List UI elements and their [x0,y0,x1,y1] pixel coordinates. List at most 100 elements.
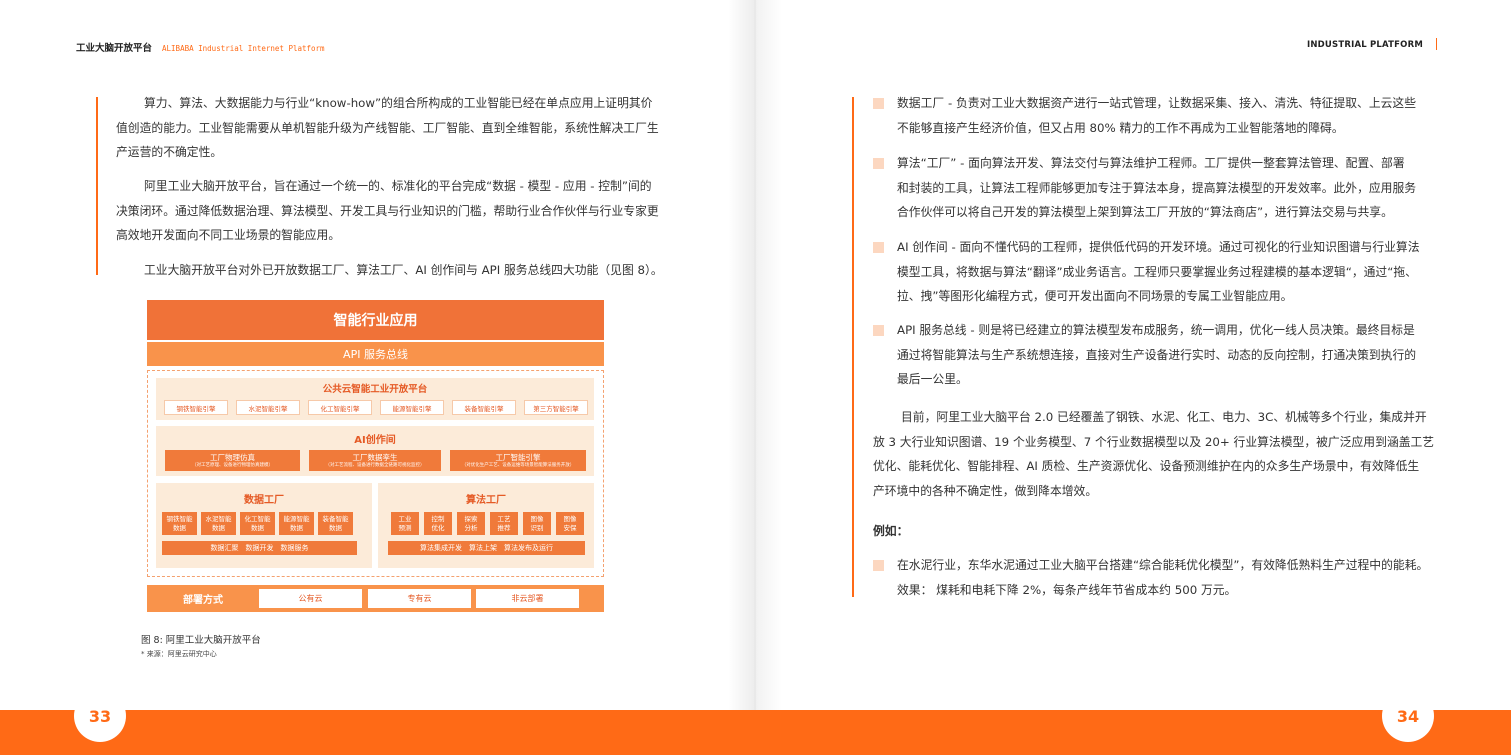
algo-item: 控制 优化 [424,512,452,535]
accent-line [96,97,98,275]
bullet-data-factory: 数据工厂 - 负责对工业大数据资产进行一站式管理，让数据采集、接入、清洗、特征提… [873,91,1439,140]
bullet-marker [873,560,884,571]
line: 不能够直接产生经济价值，但又占用 80% 精力的工作不再成为工业智能落地的障碍。 [897,120,1344,135]
algo-factory-footer: 算法集成开发 算法上架 算法发布及运行 [388,541,585,555]
algo-item-line: 工艺 [497,514,511,523]
algo-item-line: 分析 [464,523,478,532]
deployment-option: 非云部署 [476,589,579,608]
line: 放 3 大行业知识图谱、19 个业务模型、7 个行业数据模型以及 20+ 行业算… [873,434,1435,449]
data-item: 水泥智能 数据 [201,512,236,535]
ai-studio-item: 工厂物理仿真 （对工艺原理、设备进行物理仿真建模） [165,450,300,471]
header-accent-bar [1435,38,1437,50]
data-item-line: 钢铁智能 [166,514,193,523]
paragraph-current-status: 目前，阿里工业大脑平台 2.0 已经覆盖了钢铁、水泥、化工、电力、3C、机械等多… [873,405,1463,503]
data-item-line: 能源智能 [283,514,310,523]
line: 高效地开发面向不同工业场景的智能应用。 [116,228,341,242]
algo-item-line: 优化 [431,523,445,532]
line: API 服务总线 - 则是将已经建立的算法模型发布成服务，统一调用，优化一线人员… [897,323,1415,337]
paragraph-1: 算力、算法、大数据能力与行业“know-how”的组合所构成的工业智能已经在单点… [116,91,696,165]
algo-item-line: 推荐 [497,523,511,532]
bullet-algo-factory: 算法“工厂” - 面向算法开发、算法交付与算法维护工程师。工厂提供一整套算法管理… [873,151,1439,225]
footer-band [0,710,1511,755]
algo-item: 工业 预测 [391,512,419,535]
example-label: 例如： [873,524,909,538]
engine-chip: 钢铁智能引擎 [164,400,228,415]
left-header: 工业大脑开放平台 ALIBABA Industrial Internet Pla… [76,40,325,54]
line: 产环境中的各种不确定性，做到降本增效。 [873,483,1098,498]
data-item: 钢铁智能 数据 [162,512,197,535]
data-item-line: 数据 [251,523,264,532]
line: 目前，阿里工业大脑平台 2.0 已经覆盖了钢铁、水泥、化工、电力、3C、机械等多… [901,410,1427,424]
line: 效果： 煤耗和电耗下降 2%，每条产线年节省成本约 500 万元。 [897,582,1237,597]
paragraph-3: 工业大脑开放平台对外已开放数据工厂、算法工厂、AI 创作间与 API 服务总线四… [116,258,696,283]
ai-studio-panel: AI创作间 工厂物理仿真 （对工艺原理、设备进行物理仿真建模） 工厂数据孪生 （… [156,426,594,476]
line: 工业大脑开放平台对外已开放数据工厂、算法工厂、AI 创作间与 API 服务总线四… [144,263,663,277]
page-number-right: 34 [1382,690,1434,742]
algo-item: 探索 分析 [457,512,485,535]
line: AI 创作间 - 面向不懂代码的工程师，提供低代码的开发环境。通过可视化的行业知… [897,240,1420,254]
header-subtitle: ALIBABA Industrial Internet Platform [162,44,325,53]
ai-item-desc: （对工艺流程、设备进行数据全链路可视化监控） [325,462,425,468]
paragraph-2: 阿里工业大脑开放平台，旨在通过一个统一的、标准化的平台完成“数据 - 模型 - … [116,174,696,248]
algo-item-line: 探索 [464,514,478,523]
algo-item: 图像 安保 [556,512,584,535]
bullet-marker [873,325,884,336]
line: 和封装的工具，让算法工程师能够更加专注于算法本身，提高算法模型的开发效率。此外，… [897,180,1417,195]
engine-chip: 装备智能引擎 [452,400,516,415]
data-item-line: 水泥智能 [205,514,232,523]
bullet-ai-studio: AI 创作间 - 面向不懂代码的工程师，提供低代码的开发环境。通过可视化的行业知… [873,235,1439,309]
bullet-marker [873,158,884,169]
cloud-platform-panel: 公共云智能工业开放平台 钢铁智能引擎 水泥智能引擎 化工智能引擎 能源智能引擎 … [156,378,594,420]
algo-item-line: 图像 [563,514,577,523]
line: 合作伙伴可以将自己开发的算法模型上架到算法工厂开放的“算法商店”，进行算法交易与… [897,205,1393,219]
deployment-bar: 部署方式 公有云 专有云 非云部署 [147,585,604,612]
line: 值创造的能力。工业智能需要从单机智能升级为产线智能、工厂智能、直到全维智能，系统… [116,120,659,135]
algo-item: 工艺 推荐 [490,512,518,535]
data-item-line: 数据 [212,523,225,532]
line: 数据工厂 - 负责对工业大数据资产进行一站式管理，让数据采集、接入、清洗、特征提… [897,96,1417,110]
engine-chip: 第三方智能引擎 [524,400,588,415]
line: 优化、能耗优化、智能排程、AI 质检、生产资源优化、设备预测维护在内的众多生产场… [873,459,1420,473]
algo-item-line: 识别 [530,523,544,532]
deployment-option: 专有云 [368,589,471,608]
bullet-marker [873,98,884,109]
right-header-title: INDUSTRIAL PLATFORM [1306,40,1423,50]
figure-source: * 来源：阿里云研究中心 [141,650,217,658]
ai-item-desc: （对优化生产工艺、设备运维等场景智能算法服务开放） [461,462,575,468]
line: 通过将智能算法与生产系统想连接，直接对生产设备进行实时、动态的反向控制，打通决策… [897,347,1417,362]
ai-item-title: 工厂物理仿真 [210,452,255,462]
left-page: 工业大脑开放平台 ALIBABA Industrial Internet Pla… [0,0,755,755]
bullet-api-bus: API 服务总线 - 则是将已经建立的算法模型发布成服务，统一调用，优化一线人员… [873,318,1439,392]
algo-item-line: 图像 [530,514,544,523]
data-factory-footer: 数据汇聚 数据开发 数据服务 [162,541,357,555]
platform-diagram: 智能行业应用 API 服务总线 公共云智能工业开放平台 钢铁智能引擎 水泥智能引… [147,300,604,612]
line: 拉、拽”等图形化编程方式，便可开发出面向不同场景的专属工业智能应用。 [897,289,1293,303]
algo-item-line: 控制 [431,514,445,523]
algo-item-line: 预测 [398,523,412,532]
figure-caption: 图 8: 阿里工业大脑开放平台 [141,635,261,646]
line: 算法“工厂” - 面向算法开发、算法交付与算法维护工程师。工厂提供一整套算法管理… [897,156,1405,170]
ai-studio-item: 工厂数据孪生 （对工艺流程、设备进行数据全链路可视化监控） [309,450,441,471]
bullet-example: 在水泥行业，东华水泥通过工业大脑平台搭建“综合能耗优化模型”，有效降低熟料生产过… [873,553,1439,602]
data-factory-title: 数据工厂 [244,495,284,506]
algo-item-line: 工业 [398,514,412,523]
line: 算力、算法、大数据能力与行业“know-how”的组合所构成的工业智能已经在单点… [144,96,653,110]
line: 阿里工业大脑开放平台，旨在通过一个统一的、标准化的平台完成“数据 - 模型 - … [144,179,652,193]
header-title: 工业大脑开放平台 [76,43,153,54]
ai-item-title: 工厂智能引擎 [495,452,541,462]
accent-line [852,97,854,597]
diagram-api-bus: API 服务总线 [147,342,604,366]
data-item-line: 化工智能 [244,514,271,523]
algo-item-line: 安保 [563,523,577,532]
cloud-platform-title: 公共云智能工业开放平台 [322,384,428,395]
algo-factory-panel: 算法工厂 工业 预测 控制 优化 探索 分析 工艺 推荐 图像 识别 图像 安保 算法集成开… [378,483,594,568]
data-item-line: 数据 [173,523,186,532]
data-item-line: 装备智能 [322,514,349,523]
line: 决策闭环。通过降低数据治理、算法模型、开发工具与行业知识的门槛，帮助行业合作伙伴… [116,203,659,218]
engine-chip: 水泥智能引擎 [236,400,300,415]
data-factory-panel: 数据工厂 钢铁智能 数据 水泥智能 数据 化工智能 数据 能源智能 数据 装备智能 数据 … [156,483,372,568]
data-item: 能源智能 数据 [279,512,314,535]
page-number-left: 33 [74,690,126,742]
bullet-marker [873,242,884,253]
data-item: 装备智能 数据 [318,512,353,535]
